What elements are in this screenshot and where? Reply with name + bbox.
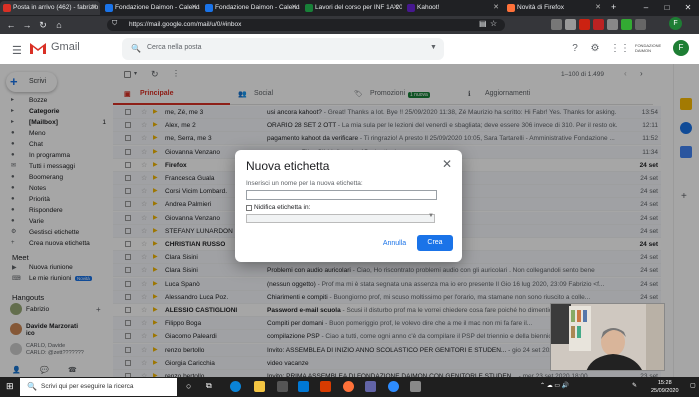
url-text: https://mail.google.com/mail/u/0/#inbox [129,21,242,28]
zoom-icon[interactable] [388,381,399,392]
home-icon[interactable]: ⌂ [53,19,65,31]
browser-tab[interactable]: Fondazione Daimon - Calendar ✕ [102,1,200,15]
windows-start-icon[interactable]: ⊞ [6,381,14,392]
tab-close-icon[interactable]: ✕ [595,1,601,15]
search-input[interactable]: Cerca nella posta [147,44,201,51]
edge-icon[interactable] [230,381,241,392]
tab-title: Fondazione Daimon - Calendar [115,4,200,11]
tab-favicon-icon [205,4,213,12]
browser-tab[interactable]: Posta in arrivo (462) - fabrizio ✕ [0,1,100,15]
extension-icon[interactable] [579,19,590,30]
dialog-title: Nuova etichetta [246,159,330,173]
search-icon[interactable]: 🔍 [131,44,141,53]
tab-close-icon[interactable]: ✕ [393,1,399,15]
tab-title: Posta in arrivo (462) - fabrizio [13,4,99,11]
taskbar-clock[interactable]: 15:28 25/09/2020 [651,379,679,395]
close-window-button[interactable]: ✕ [678,0,698,16]
tab-favicon-icon [305,4,313,12]
teams-icon[interactable] [365,381,376,392]
firefox-account-avatar[interactable]: F [669,17,682,30]
help-icon[interactable]: ? [568,42,582,56]
task-view-icon[interactable]: ⧉ [206,381,212,391]
new-tab-button[interactable]: + [611,0,616,15]
reload-icon[interactable]: ↻ [37,19,49,31]
address-bar[interactable]: https://mail.google.com/mail/u/0/#inbox [107,19,505,31]
action-center-icon[interactable]: ▢ [690,382,696,389]
mail-icon[interactable] [298,381,309,392]
gmail-logo-text: Gmail [51,41,80,53]
clock-time: 15:28 [657,380,672,386]
tab-close-icon[interactable]: ✕ [91,1,97,15]
organization-logo: FONDAZIONE DAIMON [635,43,662,53]
tab-close-icon[interactable]: ✕ [493,1,499,15]
tab-favicon-icon [105,4,113,12]
tab-title: Novità di Firefox [517,4,564,11]
nest-label-caption: Nidifica etichetta in: [254,204,311,211]
search-options-icon[interactable]: ▼ [430,44,437,51]
app-icon[interactable] [410,381,421,392]
extension-icon[interactable] [621,19,632,30]
store-icon[interactable] [277,381,288,392]
bookmark-star-icon[interactable]: ☆ [490,19,497,28]
shield-icon[interactable]: ⛉ [112,20,117,28]
taskbar-search-input[interactable]: Scrivi qui per eseguire la ricerca [41,383,133,390]
browser-tab[interactable]: Fondazione Daimon - Calendar ✕ [202,1,300,15]
tab-title: Lavori del corso per INF 1A 2020 [315,4,402,11]
tray-icons[interactable]: ⌃ ☁ ▭ 🔊 [540,382,569,389]
cortana-icon[interactable]: ○ [186,381,191,391]
clock-date: 25/09/2020 [651,388,679,394]
library-icon[interactable] [551,19,562,30]
tab-title: Fondazione Daimon - Calendar [215,4,300,11]
label-name-caption: Inserisci un nome per la nuova etichetta… [246,180,363,187]
tab-favicon-icon [407,4,415,12]
webcam-video-overlay [550,303,665,371]
tab-close-icon[interactable]: ✕ [191,1,197,15]
extension-icon[interactable] [607,19,618,30]
account-avatar[interactable]: F [673,40,689,56]
file-explorer-icon[interactable] [254,381,265,392]
tab-favicon-icon [507,4,515,12]
browser-tab[interactable]: Kahoot! ✕ [404,1,502,15]
settings-gear-icon[interactable]: ⚙ [588,42,602,56]
search-icon: 🔍 [27,382,37,391]
minimize-button[interactable]: – [636,0,656,16]
cancel-button[interactable]: Annulla [377,237,412,251]
maximize-button[interactable]: □ [657,0,677,16]
forward-icon[interactable]: → [21,19,33,31]
office-icon[interactable] [320,381,331,392]
parent-label-select[interactable] [246,214,435,223]
main-menu-icon[interactable]: ☰ [12,44,22,57]
label-name-input[interactable] [246,190,437,200]
reader-icon[interactable]: ▤ [479,19,487,28]
sidebar-icon[interactable] [565,19,576,30]
close-icon[interactable]: ✕ [442,157,452,171]
tab-title: Kahoot! [417,4,440,11]
tab-favicon-icon [3,4,11,12]
create-button[interactable]: Crea [417,235,453,251]
apps-grid-icon[interactable]: ⋮⋮ [610,42,630,56]
extension-icon[interactable] [593,19,604,30]
gmail-logo-icon[interactable] [30,42,46,54]
extension-icon[interactable] [635,19,646,30]
chevron-down-icon: ▼ [428,213,434,219]
browser-tab[interactable]: Lavori del corso per INF 1A 2020 ✕ [302,1,402,15]
webcam-image [551,304,664,370]
firefox-icon[interactable] [343,381,354,392]
back-icon[interactable]: ← [5,19,17,31]
nest-label-checkbox[interactable] [246,205,252,211]
tab-close-icon[interactable]: ✕ [291,1,297,15]
notifications-icon[interactable]: ✎ [632,382,637,389]
browser-tab[interactable]: Novità di Firefox ✕ [504,1,604,15]
